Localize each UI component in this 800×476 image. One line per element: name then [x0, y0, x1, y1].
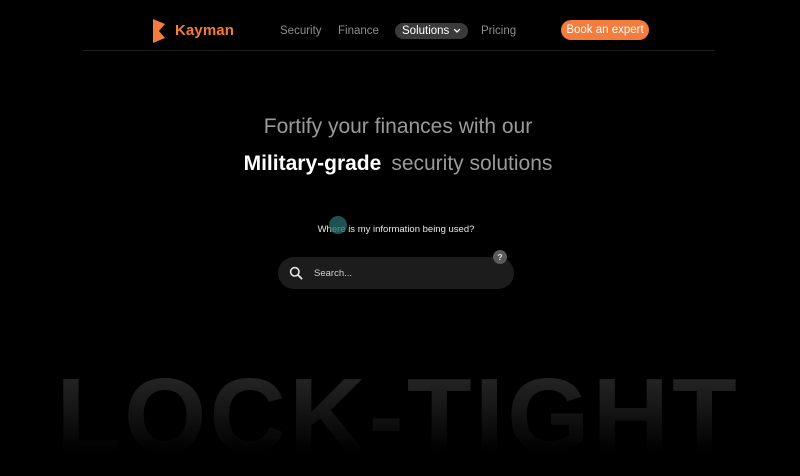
search-prompt-question: Where is my information being used? [317, 224, 475, 235]
nav-item-pricing[interactable]: Pricing [481, 22, 516, 40]
hero-subheadline-rest: security solutions [391, 152, 553, 175]
help-icon[interactable]: ? [493, 250, 507, 264]
book-expert-button[interactable]: Book an expert [561, 20, 649, 40]
kayman-logo-icon [153, 19, 165, 43]
nav-divider [82, 50, 715, 51]
nav-item-security[interactable]: Security [280, 22, 322, 40]
search-input[interactable] [314, 257, 494, 289]
brand-logo[interactable]: Kayman [151, 18, 234, 44]
nav-item-solutions[interactable]: Solutions [395, 23, 469, 39]
top-navigation: Kayman Security Finance Solutions Pricin… [0, 0, 800, 50]
background-headline-word: LOCK-TIGHT [0, 356, 796, 476]
hero-headline: Fortify your finances with our [263, 115, 533, 138]
hero-subheadline: Military-grade security solutions [0, 151, 796, 177]
nav-item-finance[interactable]: Finance [338, 22, 379, 40]
search-icon[interactable] [289, 266, 303, 280]
brand-name: Kayman [175, 22, 234, 39]
nav-item-solutions-label: Solutions [402, 25, 450, 37]
hero-highlight: Military-grade [243, 152, 382, 175]
search-bar[interactable] [278, 257, 514, 289]
mouse-cursor-indicator [329, 216, 347, 234]
chevron-down-icon [454, 28, 461, 33]
